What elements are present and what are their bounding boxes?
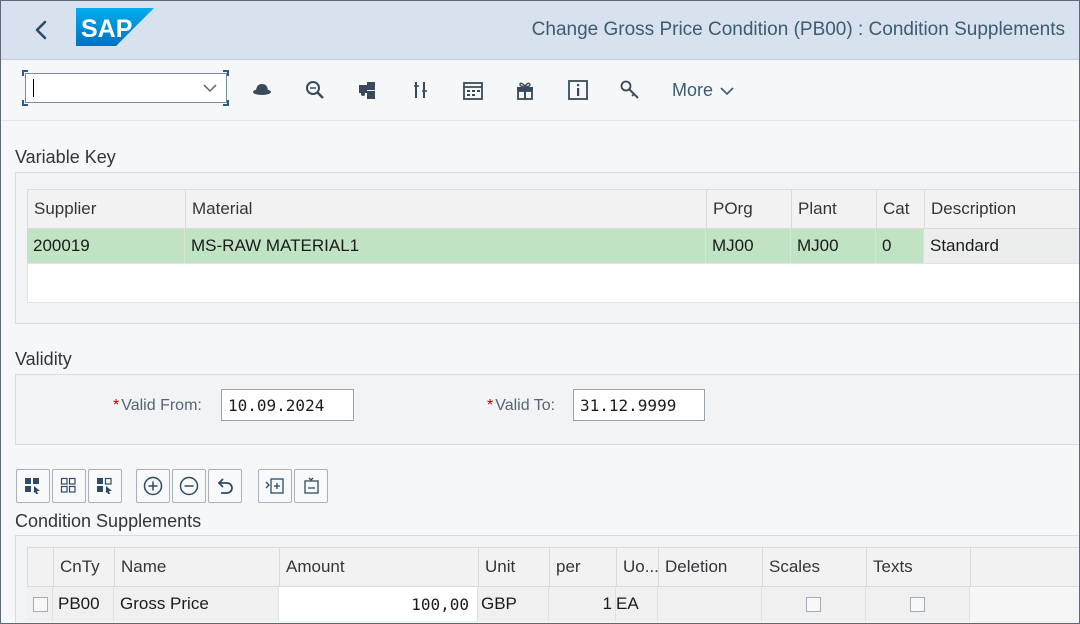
columns-icon[interactable]: [410, 79, 432, 101]
collapse-button[interactable]: [294, 469, 328, 503]
select-all-icon: [25, 478, 40, 494]
cell-deletion: [658, 587, 762, 621]
column-header-unit[interactable]: Unit: [479, 548, 550, 586]
app-window: SAP Change Gross Price Condition (PB00) …: [0, 0, 1080, 624]
column-header-empty: [971, 548, 1079, 586]
info-icon[interactable]: [567, 79, 589, 101]
valid-from-field[interactable]: 10.09.2024: [221, 389, 354, 421]
undo-icon: [217, 478, 233, 494]
amount-input[interactable]: 100,00: [279, 587, 478, 621]
cell-supplier: 200019: [27, 229, 185, 263]
shell-bar: SAP Change Gross Price Condition (PB00) …: [1, 1, 1079, 60]
table-row[interactable]: 200019 MS-RAW MATERIAL1 MJ00 MJ00 0 Stan…: [27, 229, 1079, 263]
column-header-per[interactable]: per: [550, 548, 617, 586]
table-row[interactable]: PB00 Gross Price 100,00 GBP 1 EA: [27, 587, 1079, 621]
valid-from-label: * Valid From:: [113, 397, 202, 414]
cell-cnty: PB00: [53, 587, 114, 621]
texts-checkbox[interactable]: [910, 596, 925, 612]
required-marker: *: [113, 397, 120, 414]
expand-icon: [265, 478, 284, 494]
more-button[interactable]: More: [672, 80, 735, 101]
column-header-scales[interactable]: Scales: [763, 548, 867, 586]
variable-key-header: Supplier Material POrg Plant Cat Descrip…: [27, 189, 1079, 229]
select-all-button[interactable]: [16, 469, 50, 503]
column-header-material[interactable]: Material: [186, 190, 707, 228]
valid-to-field[interactable]: 31.12.9999: [573, 389, 705, 421]
column-header-supplier[interactable]: Supplier: [28, 190, 186, 228]
column-header-texts[interactable]: Texts: [867, 548, 971, 586]
row-selector[interactable]: [27, 587, 53, 621]
cell-plant: MJ00: [791, 229, 876, 263]
command-field[interactable]: [25, 73, 227, 103]
select-block-icon: [97, 477, 112, 494]
sap-logo: SAP: [76, 8, 154, 46]
column-header-description[interactable]: Description: [925, 190, 1079, 228]
select-block-button[interactable]: [88, 469, 122, 503]
condition-supplements-title: Condition Supplements: [15, 511, 202, 531]
column-header-cat[interactable]: Cat: [877, 190, 925, 228]
column-header-uom[interactable]: Uo...: [617, 548, 659, 586]
cell-cat: 0: [876, 229, 924, 263]
cell-scales: [762, 587, 866, 621]
column-header-cnty[interactable]: CnTy: [54, 548, 115, 586]
column-header-porg[interactable]: POrg: [707, 190, 792, 228]
toolbar: More: [1, 61, 1079, 121]
chevron-down-icon: [720, 86, 734, 95]
variable-key-title: Variable Key: [15, 147, 116, 167]
cell-empty: [970, 587, 1079, 621]
collapse-icon: [304, 477, 319, 494]
plus-circle-icon: [143, 476, 163, 496]
column-header-amount[interactable]: Amount: [280, 548, 479, 586]
required-marker: *: [487, 397, 494, 414]
cell-description: Standard: [924, 229, 1079, 263]
row-select-checkbox[interactable]: [33, 596, 48, 612]
valid-to-label: * Valid To:: [487, 397, 556, 414]
key-icon[interactable]: [619, 79, 641, 101]
cell-material: MS-RAW MATERIAL1: [185, 229, 706, 263]
more-label: More: [672, 80, 714, 100]
insert-row-button[interactable]: [136, 469, 170, 503]
puzzle-icon[interactable]: [357, 79, 379, 101]
text-caret: [33, 79, 34, 97]
deselect-all-button[interactable]: [52, 469, 86, 503]
row-selector-header[interactable]: [28, 548, 54, 586]
cell-texts: [866, 587, 970, 621]
minus-circle-icon: [179, 476, 199, 496]
page-title: Change Gross Price Condition (PB00) : Co…: [531, 19, 1065, 40]
undo-button[interactable]: [208, 469, 242, 503]
column-header-plant[interactable]: Plant: [792, 190, 877, 228]
column-header-deletion[interactable]: Deletion: [659, 548, 763, 586]
gift-icon[interactable]: [514, 79, 536, 101]
calendar-icon[interactable]: [462, 79, 484, 101]
display-change-icon[interactable]: [251, 79, 273, 101]
validity-title: Validity: [15, 349, 72, 369]
column-header-name[interactable]: Name: [115, 548, 280, 586]
deselect-all-icon: [60, 477, 76, 493]
cell-porg: MJ00: [706, 229, 791, 263]
search-icon[interactable]: [304, 79, 326, 101]
cell-unit: GBP: [478, 587, 549, 621]
empty-table-row: [27, 263, 1079, 303]
back-icon[interactable]: [29, 15, 53, 45]
cell-uom: EA: [616, 587, 658, 621]
scales-checkbox[interactable]: [806, 596, 821, 612]
svg-text:SAP: SAP: [81, 15, 132, 43]
cell-per: 1: [549, 587, 616, 621]
delete-row-button[interactable]: [172, 469, 206, 503]
condition-supplements-header: CnTy Name Amount Unit per Uo... Deletion…: [27, 547, 1079, 587]
expand-button[interactable]: [258, 469, 292, 503]
chevron-down-icon[interactable]: [202, 80, 218, 96]
cell-name: Gross Price: [114, 587, 279, 621]
